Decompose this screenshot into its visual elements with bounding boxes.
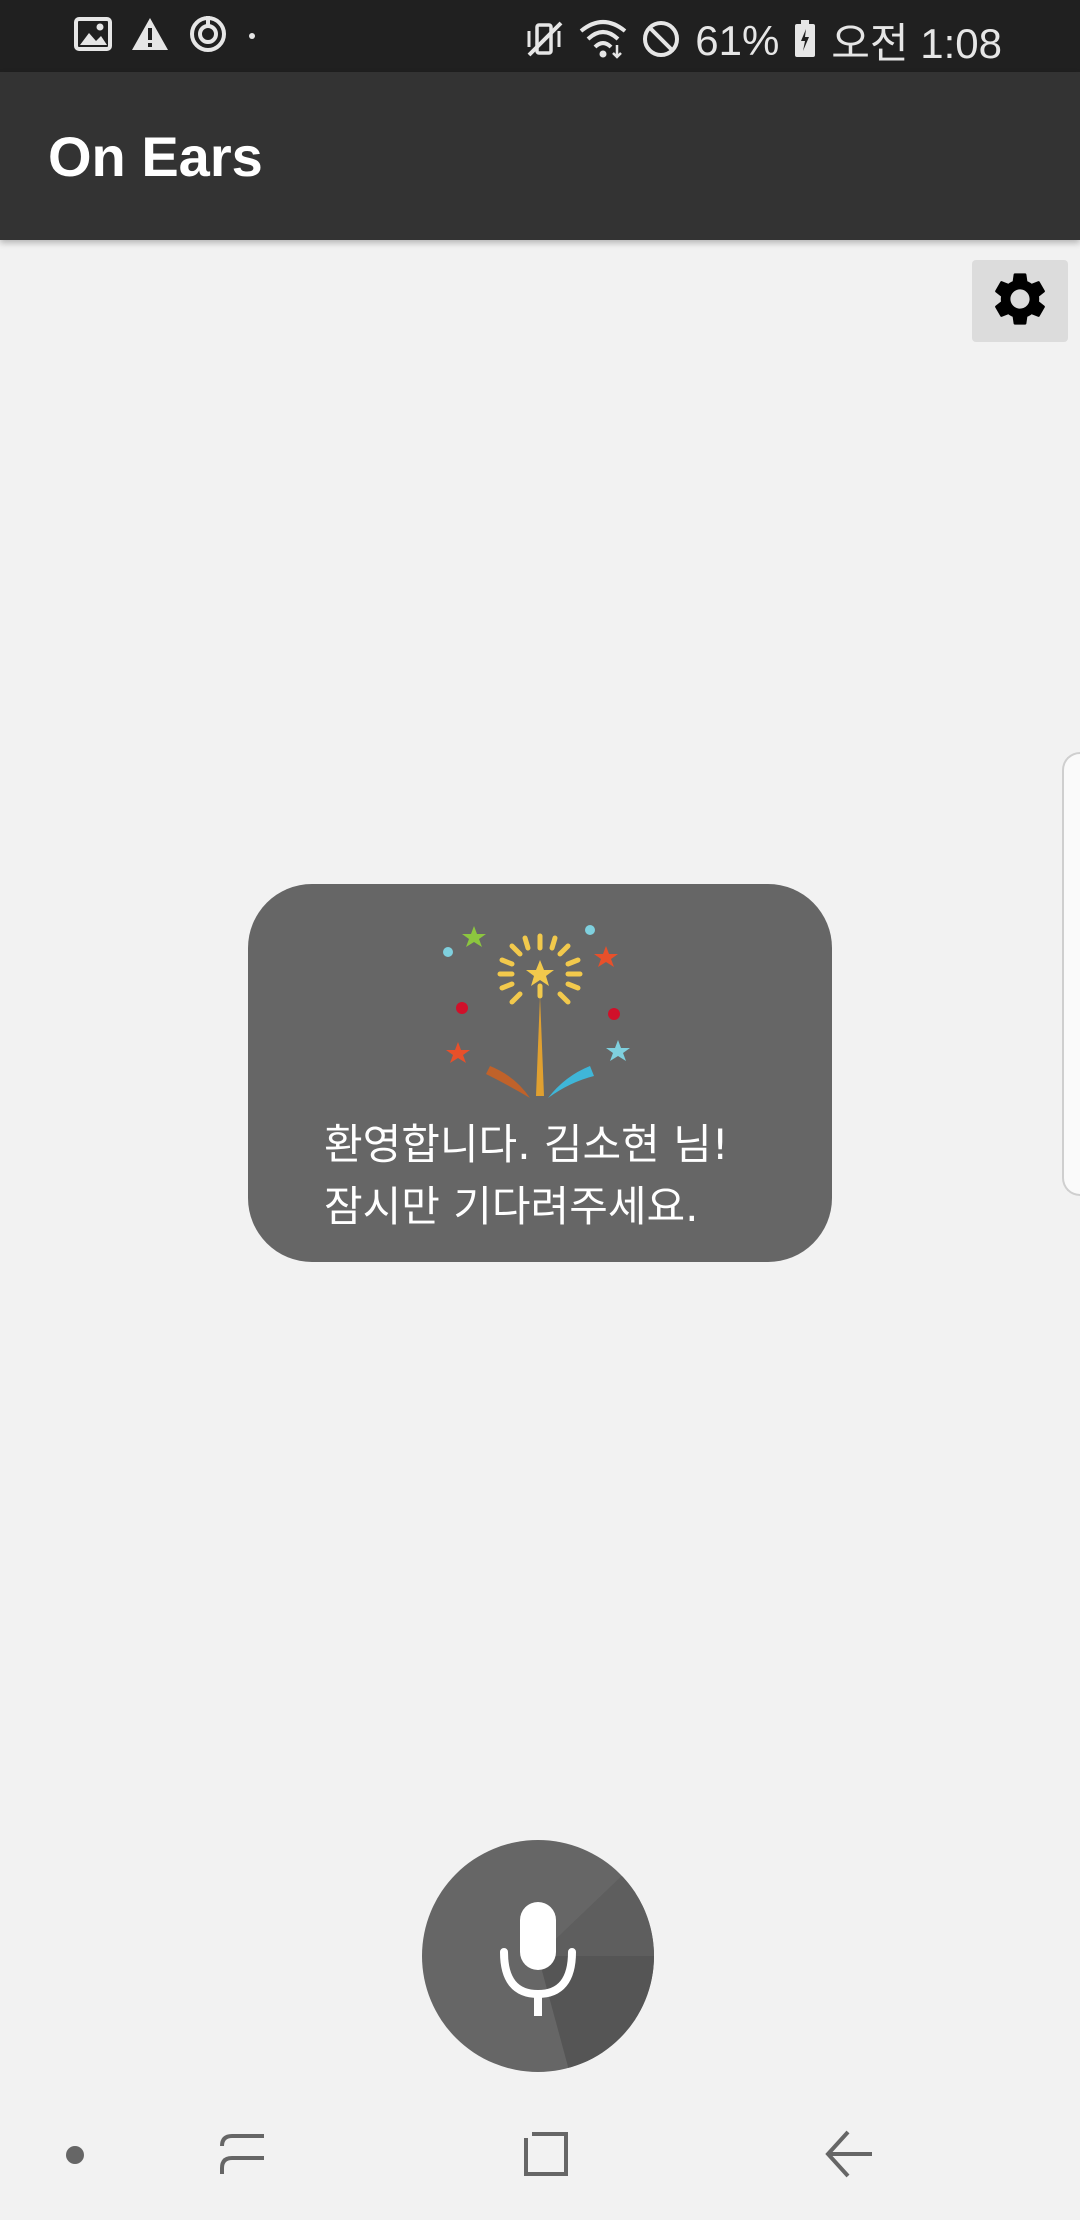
welcome-message: 환영합니다. 김소현 님! 잠시만 기다려주세요.: [324, 1114, 804, 1238]
battery-icon: [793, 19, 817, 63]
welcome-toast: 환영합니다. 김소현 님! 잠시만 기다려주세요.: [248, 884, 832, 1262]
back-icon[interactable]: [820, 2124, 880, 2188]
app-title: On Ears: [48, 125, 263, 188]
settings-button[interactable]: [972, 260, 1068, 342]
status-time: 오전 1:08: [831, 20, 1002, 67]
image-icon: [74, 17, 112, 55]
gear-icon: [988, 267, 1052, 335]
navigation-bar: [0, 2100, 1080, 2220]
do-not-disturb-icon: [641, 19, 681, 63]
app-bar: On Ears: [0, 72, 1080, 240]
warning-icon: [130, 16, 170, 56]
microphone-button[interactable]: [420, 1838, 656, 2074]
sync-icon: [188, 14, 228, 58]
status-left-icons: [74, 14, 258, 58]
home-icon[interactable]: [518, 2124, 578, 2188]
dot-icon: [246, 27, 258, 46]
recent-apps-icon[interactable]: [214, 2124, 274, 2188]
fireworks-icon: [430, 916, 650, 1110]
status-right-icons: 61% 오전 1:08: [525, 10, 1002, 71]
vibrate-mute-icon: [525, 19, 565, 63]
status-bar: 61% 오전 1:08: [0, 0, 1080, 72]
nav-dot-icon[interactable]: [66, 2146, 84, 2164]
edge-panel-handle[interactable]: [1062, 752, 1080, 1196]
battery-percent: 61%: [695, 16, 780, 64]
welcome-line-2: 잠시만 기다려주세요.: [324, 1182, 699, 1231]
wifi-icon: [579, 19, 627, 63]
welcome-line-1: 환영합니다. 김소현 님!: [324, 1120, 729, 1169]
